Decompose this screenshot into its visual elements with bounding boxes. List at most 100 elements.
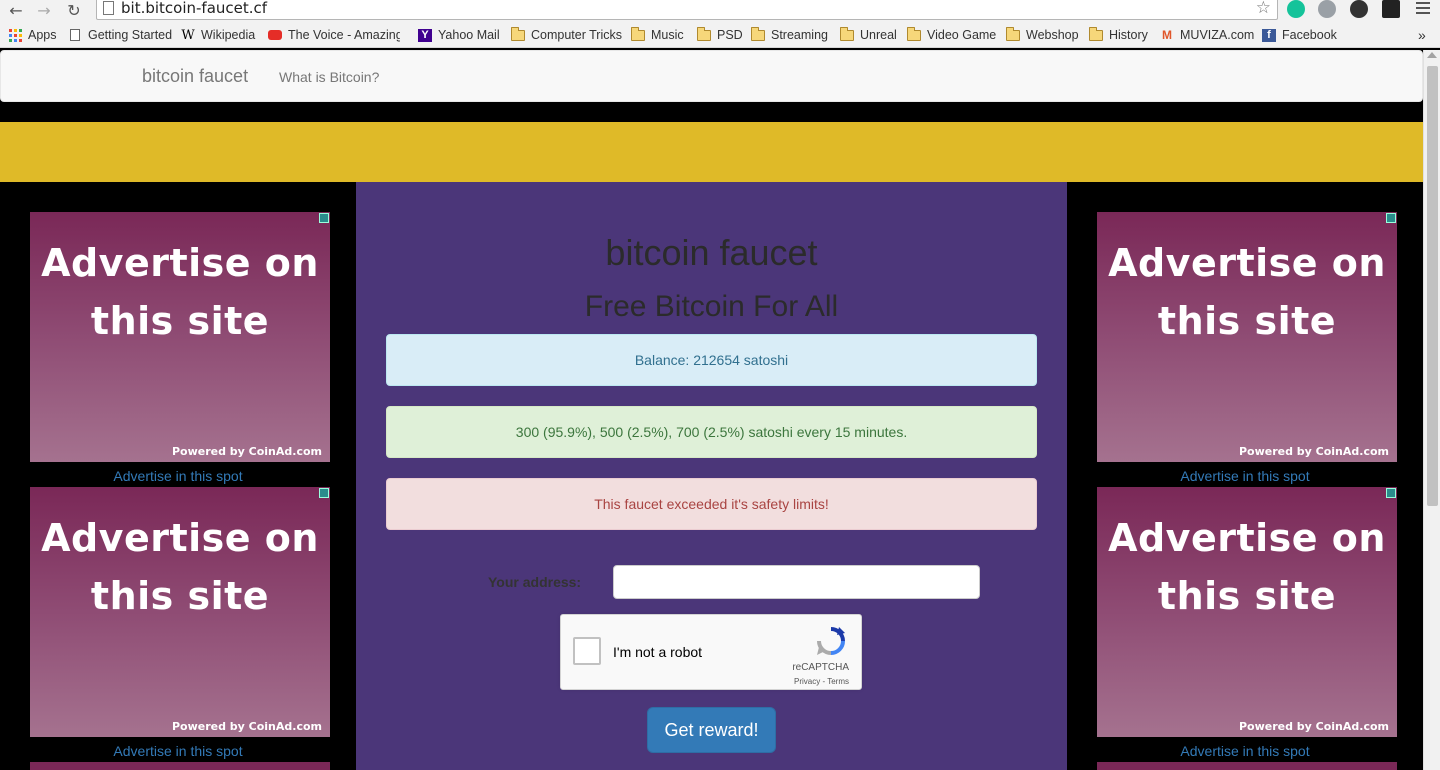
mail-badge-icon[interactable] (1382, 0, 1400, 18)
get-reward-button[interactable]: Get reward! (647, 707, 776, 753)
folder-icon (1006, 26, 1020, 42)
ad-powered-by: Powered by CoinAd.com (171, 720, 322, 733)
folder-icon (751, 26, 765, 42)
adchoices-icon[interactable] (319, 488, 329, 498)
ad-link-right-1[interactable]: Advertise in this spot (1095, 468, 1395, 484)
top-banner (0, 122, 1423, 182)
bookmark-the-voice[interactable]: The Voice - Amazing (268, 26, 400, 44)
address-label: Your address: (488, 574, 582, 590)
bookmark-facebook[interactable]: f Facebook (1262, 26, 1337, 44)
ad-headline: Advertise on this site (41, 516, 319, 618)
bookmarks-bar: Apps Getting Started W Wikipedia The Voi… (0, 22, 1440, 48)
faucet-panel: bitcoin faucet Free Bitcoin For All Bala… (356, 182, 1067, 770)
ad-banner-right-1[interactable]: Advertise on this site Powered by CoinAd… (1097, 212, 1397, 462)
yahoo-icon: Y (418, 28, 432, 42)
bookmark-label: PSD (717, 28, 743, 42)
recaptcha-label: I'm not a robot (613, 644, 703, 660)
ad-banner-left-2[interactable]: Advertise on this site Powered by CoinAd… (30, 487, 330, 737)
ad-powered-by: Powered by CoinAd.com (1238, 445, 1389, 458)
ad-link-right-2[interactable]: Advertise in this spot (1095, 743, 1395, 759)
bookmark-webshop[interactable]: Webshop (1006, 26, 1079, 44)
url-text[interactable]: bit.bitcoin-faucet.cf (121, 0, 267, 17)
address-input[interactable] (613, 565, 980, 599)
bookmark-apps[interactable]: Apps (8, 26, 57, 44)
wikipedia-icon: W (181, 27, 195, 43)
bookmark-wikipedia[interactable]: W Wikipedia (181, 26, 255, 44)
bookmark-label: Music (651, 28, 684, 42)
bookmark-yahoo-mail[interactable]: Y Yahoo Mail (418, 26, 500, 44)
folder-icon (1089, 26, 1103, 42)
folder-icon (631, 26, 645, 42)
ad-banner-left-3[interactable] (30, 762, 330, 770)
bookmark-label: Wikipedia (201, 28, 256, 42)
ad-headline: Advertise on this site (1108, 241, 1386, 343)
ad-headline: Advertise on this site (41, 241, 319, 343)
balance-alert: Balance: 212654 satoshi (386, 334, 1037, 386)
reload-icon[interactable]: ↻ (64, 0, 84, 20)
extension-icon[interactable] (1350, 0, 1368, 18)
folder-icon (840, 26, 854, 42)
bookmark-label: History (1109, 28, 1148, 42)
bookmark-label: Yahoo Mail (438, 28, 500, 42)
scroll-up-icon[interactable] (1427, 52, 1437, 58)
page-icon (103, 1, 114, 15)
ad-banner-right-2[interactable]: Advertise on this site Powered by CoinAd… (1097, 487, 1397, 737)
navbar-brand[interactable]: bitcoin faucet (142, 66, 248, 87)
recaptcha-widget: I'm not a robot reCAPTCHA Privacy - Term… (560, 614, 862, 690)
bookmark-psd[interactable]: PSD (697, 26, 743, 44)
nav-link-what-is-bitcoin[interactable]: What is Bitcoin? (279, 69, 379, 85)
facebook-icon: f (1262, 28, 1276, 42)
scroll-thumb[interactable] (1427, 66, 1438, 506)
bookmark-star-icon[interactable]: ☆ (1256, 0, 1271, 18)
bookmark-label: Video Game (927, 28, 997, 42)
bookmark-computer-tricks[interactable]: Computer Tricks (511, 26, 622, 44)
adchoices-icon[interactable] (1386, 488, 1396, 498)
ad-banner-left-1[interactable]: Advertise on this site Powered by CoinAd… (30, 212, 330, 462)
adchoices-icon[interactable] (319, 213, 329, 223)
browser-toolbar: ← → ↻ bit.bitcoin-faucet.cf ☆ (0, 0, 1440, 22)
bookmark-label: Webshop (1026, 28, 1079, 42)
recaptcha-privacy-terms[interactable]: Privacy - Terms (794, 677, 849, 686)
page-icon (68, 29, 82, 42)
bookmark-music[interactable]: Music (631, 26, 684, 44)
ad-powered-by: Powered by CoinAd.com (171, 445, 322, 458)
ad-link-left-2[interactable]: Advertise in this spot (28, 743, 328, 759)
address-bar[interactable]: bit.bitcoin-faucet.cf ☆ (96, 0, 1278, 20)
bookmark-label: Apps (28, 28, 57, 42)
recaptcha-brand: reCAPTCHA (792, 662, 849, 673)
page-title: bitcoin faucet (605, 232, 818, 273)
grammarly-icon[interactable] (1287, 0, 1305, 18)
muviza-icon: M (1162, 28, 1172, 42)
bookmark-label: MUVIZA.com (1180, 28, 1255, 42)
globe-icon[interactable] (1318, 0, 1336, 18)
bookmark-streaming[interactable]: Streaming (751, 26, 828, 44)
bookmark-muviza[interactable]: M MUVIZA.com (1160, 26, 1254, 44)
page-scrollbar[interactable] (1423, 50, 1440, 770)
ad-powered-by: Powered by CoinAd.com (1238, 720, 1389, 733)
rewards-alert: 300 (95.9%), 500 (2.5%), 700 (2.5%) sato… (386, 406, 1037, 458)
adchoices-icon[interactable] (1386, 213, 1396, 223)
bookmark-label: Streaming (771, 28, 828, 42)
site-navbar: bitcoin faucet What is Bitcoin? (0, 50, 1423, 102)
bookmark-label: Facebook (1282, 28, 1337, 42)
bookmark-history[interactable]: History (1089, 26, 1148, 44)
folder-icon (511, 26, 525, 42)
bookmark-unreal[interactable]: Unreal (840, 26, 897, 44)
ad-link-left-1[interactable]: Advertise in this spot (28, 468, 328, 484)
more-bookmarks-icon[interactable]: » (1418, 26, 1426, 44)
balance-text: Balance: 212654 satoshi (634, 352, 789, 368)
forward-icon[interactable]: → (34, 0, 54, 20)
ad-headline: Advertise on this site (1108, 516, 1386, 618)
error-alert: This faucet exceeded it's safety limits! (386, 478, 1037, 530)
folder-icon (907, 26, 921, 42)
rewards-text: 300 (95.9%), 500 (2.5%), 700 (2.5%) sato… (515, 424, 908, 440)
bookmark-label: The Voice - Amazing (288, 28, 400, 42)
bookmark-label: Unreal (860, 28, 897, 42)
recaptcha-checkbox[interactable] (573, 637, 601, 665)
bookmark-video-game[interactable]: Video Game (907, 26, 996, 44)
menu-icon[interactable] (1416, 0, 1430, 16)
error-text: This faucet exceeded it's safety limits! (594, 496, 829, 512)
bookmark-getting-started[interactable]: Getting Started (68, 26, 172, 44)
ad-banner-right-3[interactable] (1097, 762, 1397, 770)
back-icon[interactable]: ← (6, 0, 26, 20)
